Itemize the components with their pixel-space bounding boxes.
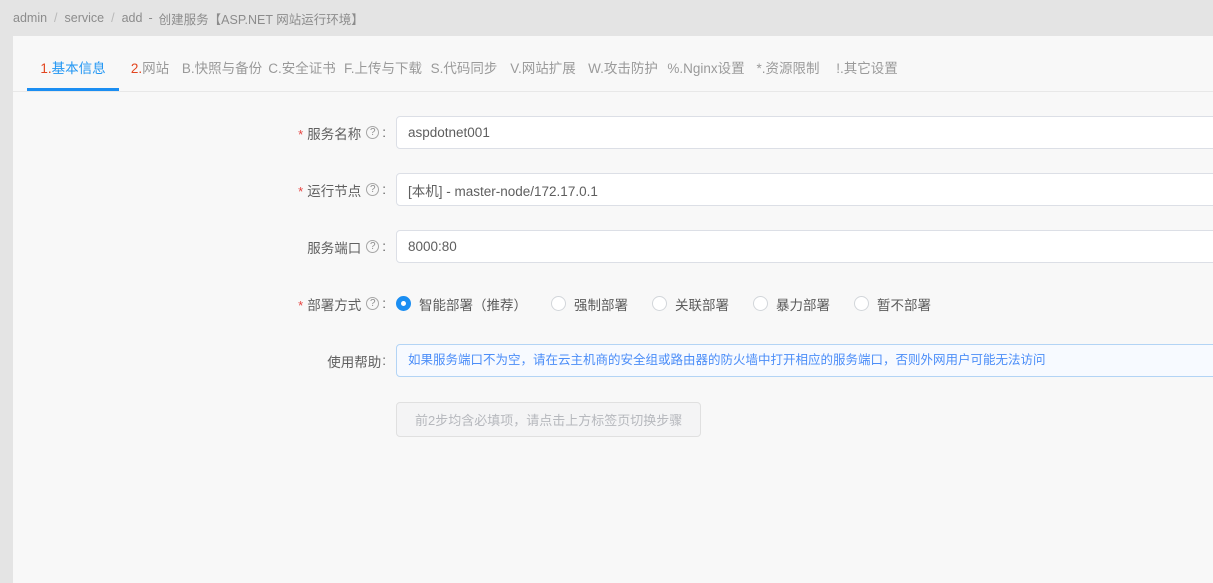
tab-prefix: 1. — [40, 61, 51, 76]
label-colon: : — [382, 353, 386, 368]
tab-prefix: *. — [756, 61, 765, 76]
radio-label: 智能部署（推荐） — [419, 294, 527, 314]
tab-快照与备份[interactable]: B.快照与备份 — [181, 46, 263, 91]
breadcrumb-item-add[interactable]: add — [122, 11, 143, 25]
tab-代码同步[interactable]: S.代码同步 — [425, 46, 503, 91]
page-title: 创建服务【ASP.NET 网站运行环境】 — [159, 9, 364, 28]
tab-label: 基本信息 — [52, 61, 106, 76]
required-marker: * — [298, 299, 303, 312]
deploy-mode-radio-group: 智能部署（推荐） 强制部署 关联部署 暴力部署 暂不部署 — [396, 294, 1213, 314]
label-deploy-mode: * 部署方式 ? : — [13, 294, 396, 314]
form-row-run-node: * 运行节点 ? : — [13, 161, 1213, 218]
tab-label: 安全证书 — [282, 61, 336, 76]
label-colon: : — [382, 296, 386, 311]
question-circle-icon[interactable]: ? — [366, 240, 379, 253]
tab-prefix: F. — [344, 61, 355, 76]
field-run-node — [396, 173, 1213, 206]
required-marker: * — [298, 128, 303, 141]
breadcrumb-item-admin[interactable]: admin — [13, 11, 47, 25]
tab-prefix: !. — [836, 61, 844, 76]
radio-circle-icon[interactable] — [396, 296, 411, 311]
tab-网站[interactable]: 2.网站 — [119, 46, 181, 91]
tab-label: Nginx设置 — [683, 61, 745, 76]
tab-prefix: V. — [510, 61, 522, 76]
service-name-input[interactable] — [396, 116, 1213, 149]
tab-其它设置[interactable]: !.其它设置 — [827, 46, 907, 91]
tab-Nginx设置[interactable]: %.Nginx设置 — [663, 46, 749, 91]
label-service-name: * 服务名称 ? : — [13, 123, 396, 143]
form-row-service-port: 服务端口 ? : — [13, 218, 1213, 275]
label-run-node: * 运行节点 ? : — [13, 180, 396, 200]
form-row-usage-help: 使用帮助 : 如果服务端口不为空，请在云主机商的安全组或路由器的防火墙中打开相应… — [13, 332, 1213, 389]
field-usage-help: 如果服务端口不为空，请在云主机商的安全组或路由器的防火墙中打开相应的服务端口，否… — [396, 344, 1213, 377]
radio-deploy-0[interactable]: 智能部署（推荐） — [396, 294, 527, 314]
radio-label: 关联部署 — [675, 294, 729, 314]
breadcrumb-separator: / — [111, 11, 114, 25]
breadcrumb-item-service[interactable]: service — [65, 11, 105, 25]
radio-label: 暂不部署 — [877, 294, 931, 314]
form-row-submit: 前2步均含必填项，请点击上方标签页切换步骤 — [13, 389, 1213, 449]
label-text: 使用帮助 — [327, 351, 381, 371]
field-service-port — [396, 230, 1213, 263]
radio-circle-icon[interactable] — [753, 296, 768, 311]
service-form: * 服务名称 ? : * 运行节点 ? : 服务端口 — [13, 92, 1213, 449]
label-colon: : — [382, 182, 386, 197]
radio-circle-icon[interactable] — [652, 296, 667, 311]
required-marker: * — [298, 185, 303, 198]
question-circle-icon[interactable]: ? — [366, 297, 379, 310]
field-deploy-mode: 智能部署（推荐） 强制部署 关联部署 暴力部署 暂不部署 — [396, 294, 1213, 314]
tab-prefix: B. — [182, 61, 195, 76]
tab-攻击防护[interactable]: W.攻击防护 — [583, 46, 663, 91]
breadcrumb-separator: / — [54, 11, 57, 25]
radio-label: 强制部署 — [574, 294, 628, 314]
tab-label: 资源限制 — [766, 61, 820, 76]
content-card: 1.基本信息2.网站B.快照与备份C.安全证书F.上传与下载S.代码同步V.网站… — [13, 36, 1213, 583]
radio-label: 暴力部署 — [776, 294, 830, 314]
radio-circle-icon[interactable] — [551, 296, 566, 311]
radio-deploy-3[interactable]: 暴力部署 — [753, 294, 830, 314]
form-row-service-name: * 服务名称 ? : — [13, 104, 1213, 161]
tab-label: 网站扩展 — [522, 61, 576, 76]
radio-circle-icon[interactable] — [854, 296, 869, 311]
tab-prefix: 2. — [131, 61, 142, 76]
radio-deploy-4[interactable]: 暂不部署 — [854, 294, 931, 314]
tab-上传与下载[interactable]: F.上传与下载 — [341, 46, 425, 91]
label-text: 服务端口 — [307, 237, 361, 257]
tab-基本信息[interactable]: 1.基本信息 — [27, 46, 119, 91]
label-usage-help: 使用帮助 : — [13, 351, 396, 371]
label-colon: : — [382, 125, 386, 140]
tab-prefix: W. — [588, 61, 604, 76]
radio-deploy-1[interactable]: 强制部署 — [551, 294, 628, 314]
tab-资源限制[interactable]: *.资源限制 — [749, 46, 827, 91]
tab-prefix: C. — [268, 61, 282, 76]
tab-安全证书[interactable]: C.安全证书 — [263, 46, 341, 91]
tab-label: 网站 — [142, 61, 169, 76]
tab-label: 快照与备份 — [195, 61, 263, 76]
tab-label: 其它设置 — [844, 61, 898, 76]
tab-label: 代码同步 — [443, 61, 497, 76]
tab-label: 上传与下载 — [355, 61, 423, 76]
run-node-input[interactable] — [396, 173, 1213, 206]
tab-label: 攻击防护 — [604, 61, 658, 76]
tab-prefix: S. — [431, 61, 444, 76]
usage-help-text: 如果服务端口不为空，请在云主机商的安全组或路由器的防火墙中打开相应的服务端口，否… — [396, 344, 1213, 377]
label-text: 部署方式 — [307, 294, 361, 314]
label-service-port: 服务端口 ? : — [13, 237, 396, 257]
service-port-input[interactable] — [396, 230, 1213, 263]
tab-网站扩展[interactable]: V.网站扩展 — [503, 46, 583, 91]
tab-prefix: %. — [667, 61, 683, 76]
breadcrumb: admin / service / add - 创建服务【ASP.NET 网站运… — [0, 0, 1213, 36]
breadcrumb-dash: - — [148, 11, 152, 25]
question-circle-icon[interactable]: ? — [366, 183, 379, 196]
question-circle-icon[interactable]: ? — [366, 126, 379, 139]
submit-button[interactable]: 前2步均含必填项，请点击上方标签页切换步骤 — [396, 402, 701, 437]
label-text: 服务名称 — [307, 123, 361, 143]
radio-deploy-2[interactable]: 关联部署 — [652, 294, 729, 314]
tab-bar: 1.基本信息2.网站B.快照与备份C.安全证书F.上传与下载S.代码同步V.网站… — [13, 46, 1213, 92]
field-service-name — [396, 116, 1213, 149]
label-colon: : — [382, 239, 386, 254]
label-text: 运行节点 — [307, 180, 361, 200]
form-row-deploy-mode: * 部署方式 ? : 智能部署（推荐） 强制部署 关联部署 暴力部署 暂不部署 — [13, 275, 1213, 332]
